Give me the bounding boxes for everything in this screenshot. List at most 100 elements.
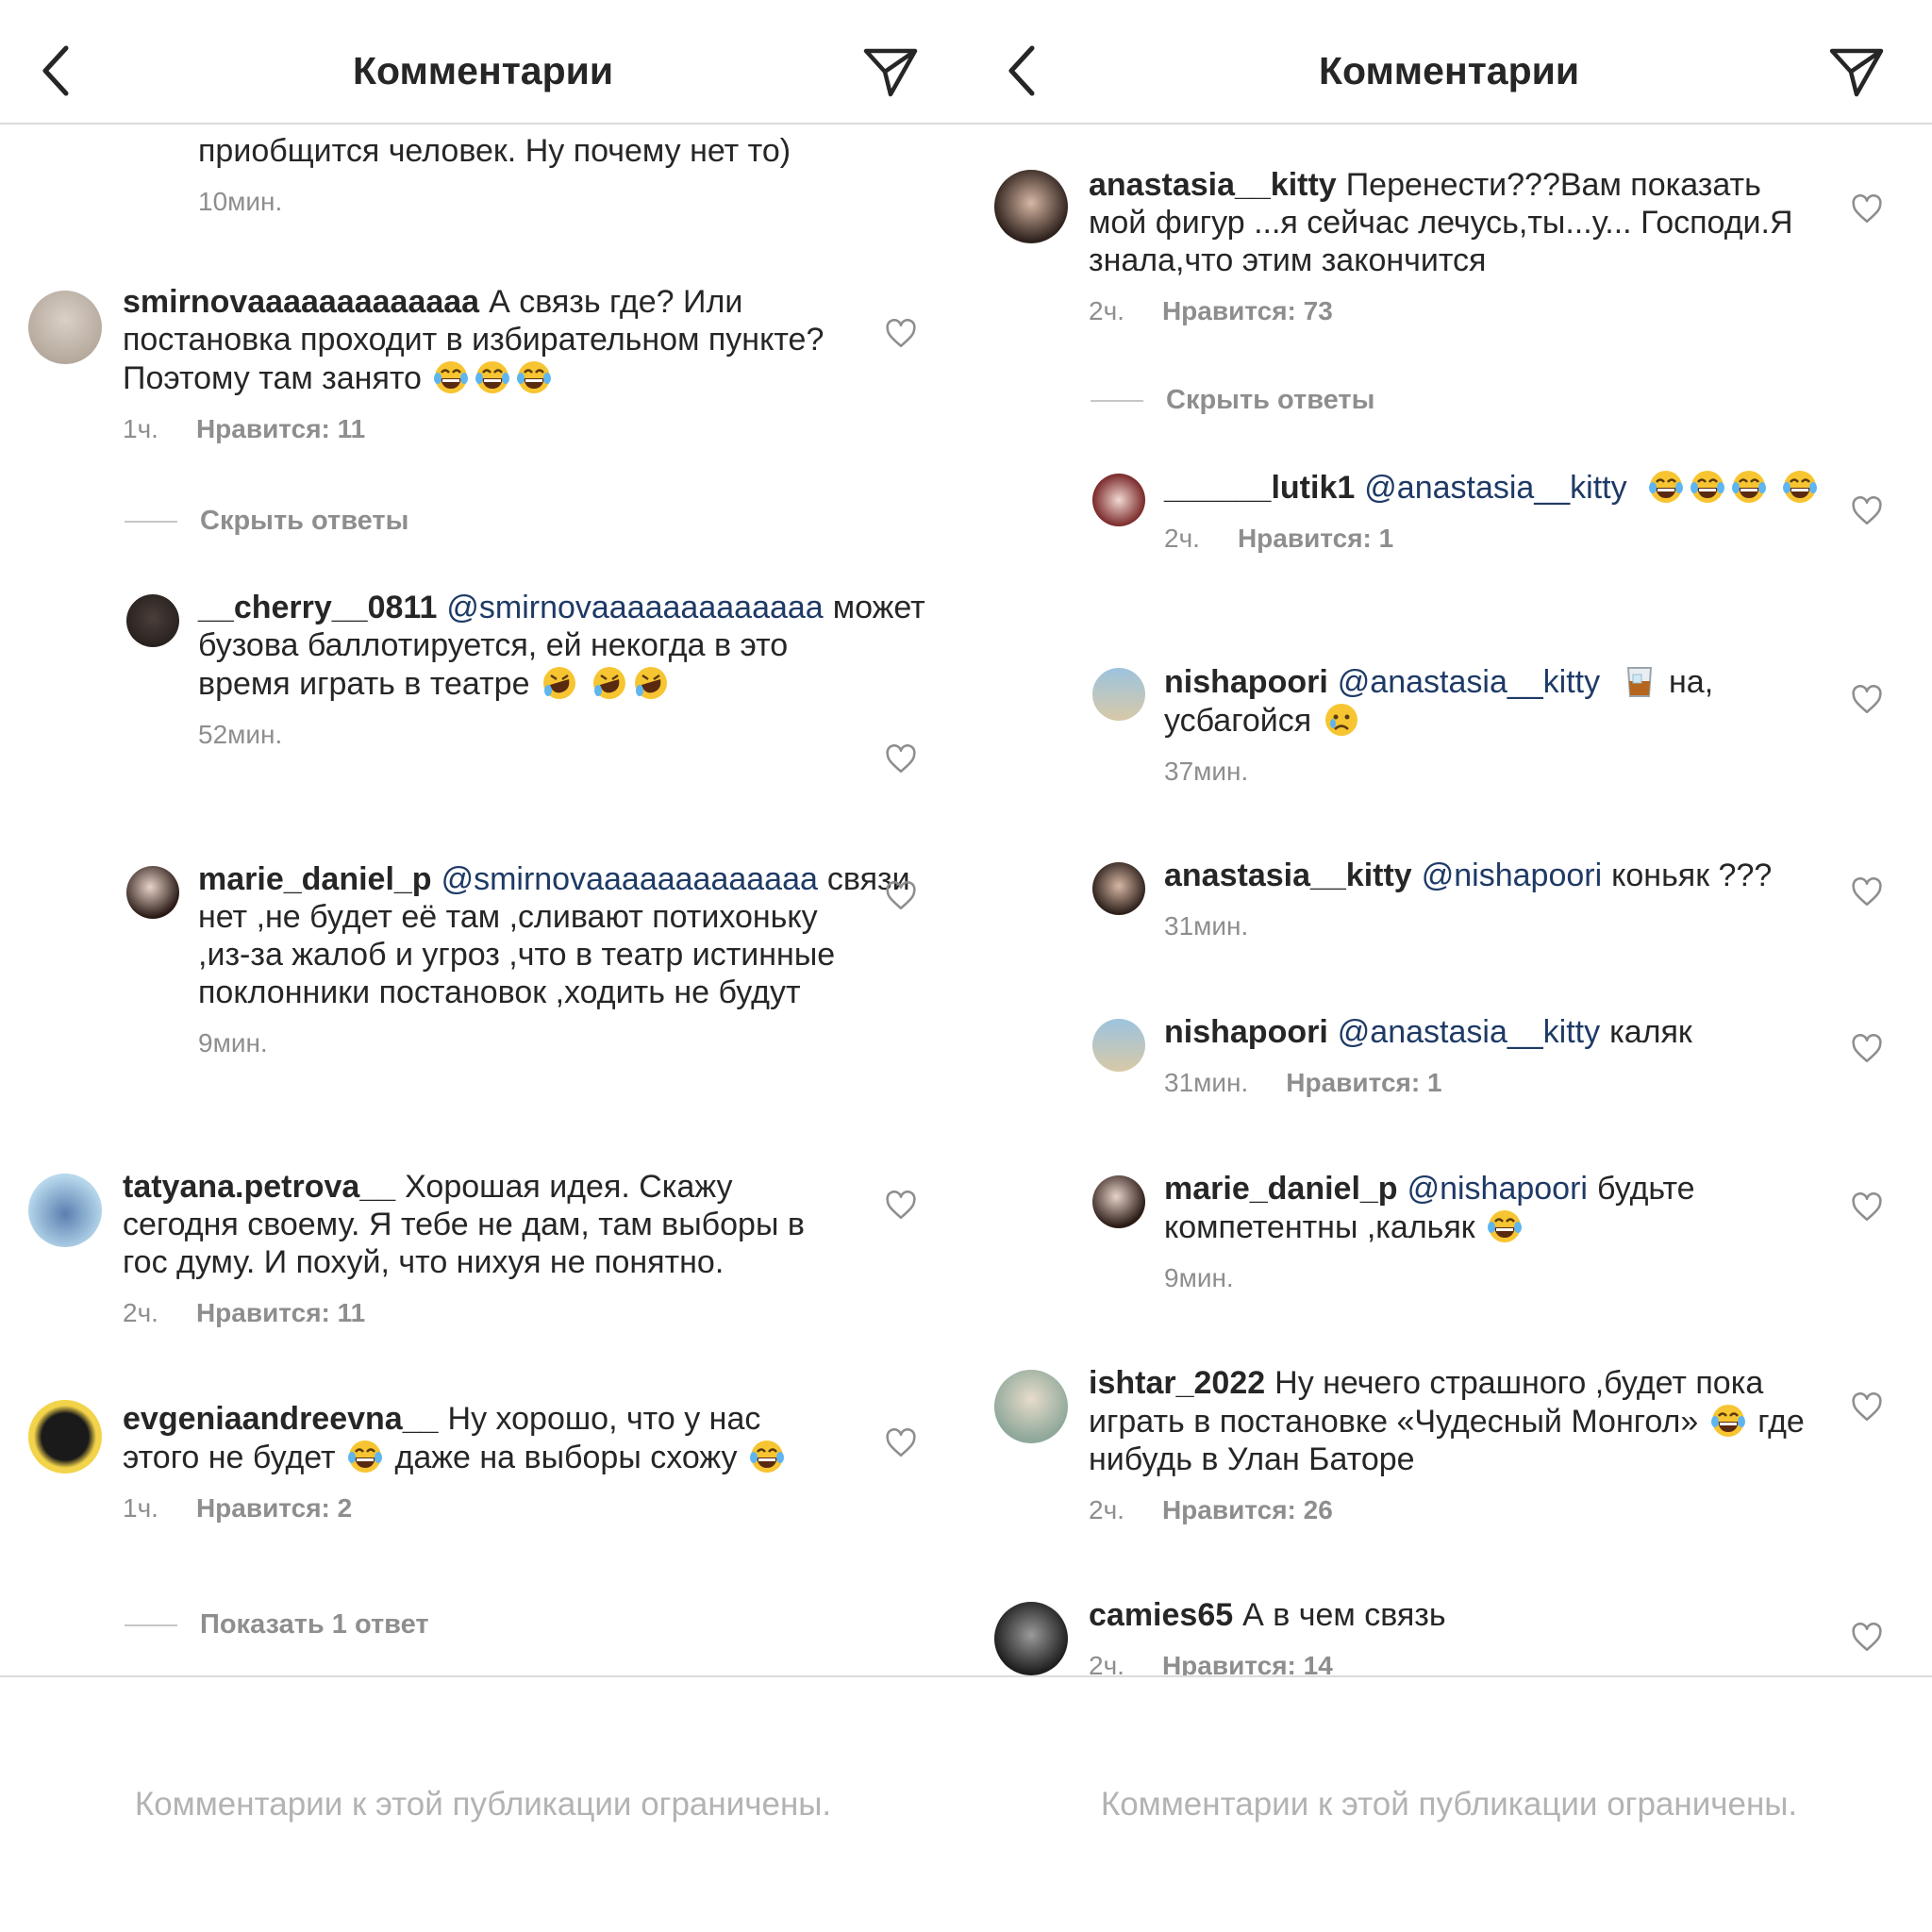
send-icon[interactable] xyxy=(1828,45,1885,98)
comment-body: ishtar_2022 Ну нечего страшного ,будет по… xyxy=(1089,1364,1806,1478)
comment-text: коньяк ??? xyxy=(1611,858,1773,893)
likes-count[interactable]: Нравится: 14 xyxy=(1162,1651,1333,1676)
likes-count[interactable]: Нравится: 1 xyxy=(1238,524,1393,553)
comment-text: каляк xyxy=(1609,1014,1692,1050)
show-replies-label: Показать 1 ответ xyxy=(200,1609,429,1640)
avatar[interactable] xyxy=(126,594,179,647)
likes-count[interactable]: Нравится: 73 xyxy=(1162,296,1333,325)
comment-time: 1ч. xyxy=(123,1493,158,1523)
comments-restricted-notice: Комментарии к этой публикации ограничены… xyxy=(134,1786,832,1823)
hide-replies-button[interactable]: Скрыть ответы xyxy=(1091,385,1374,416)
comment-list[interactable]: приобщится человек. Ну почему нет то) 10… xyxy=(0,125,966,1676)
comment-body: nishapoori @anastasia__kitty каляк xyxy=(1164,1013,1824,1051)
comment: smirnovaaaaaaaaaaaaa А связь где? Или пос… xyxy=(0,283,966,509)
heart-icon[interactable] xyxy=(885,1428,917,1458)
avatar[interactable] xyxy=(1092,668,1145,721)
heart-icon[interactable] xyxy=(1851,877,1883,908)
avatar[interactable] xyxy=(28,1400,102,1474)
username[interactable]: ______lutik1 xyxy=(1164,470,1355,506)
comment-text: даже на выборы схожу xyxy=(394,1440,738,1475)
heart-icon[interactable] xyxy=(1851,496,1883,526)
laughing-emoji-icon xyxy=(1730,468,1768,506)
mention-link[interactable]: @nishapoori xyxy=(1407,1171,1588,1207)
username[interactable]: tatyana.petrova__ xyxy=(123,1169,395,1205)
hide-replies-button[interactable]: Скрыть ответы xyxy=(125,506,408,537)
mention-link[interactable]: @anastasia__kitty xyxy=(1338,1014,1600,1050)
username[interactable]: __cherry__0811 xyxy=(198,590,437,625)
username[interactable]: anastasia__kitty xyxy=(1164,858,1412,893)
laughing-emoji-icon xyxy=(1486,1208,1524,1245)
page-title: Комментарии xyxy=(352,49,614,92)
avatar[interactable] xyxy=(994,170,1068,243)
heart-icon[interactable] xyxy=(885,744,917,774)
comment-text: на, xyxy=(1669,664,1714,700)
comment-time: 10мин. xyxy=(198,187,283,216)
heart-icon[interactable] xyxy=(885,1191,917,1221)
comment-list[interactable]: anastasia__kitty Перенести???Вам показать… xyxy=(966,125,1932,1676)
heart-icon[interactable] xyxy=(1851,1034,1883,1064)
comment-time: 31мин. xyxy=(1164,1068,1249,1097)
heart-icon[interactable] xyxy=(1851,194,1883,225)
username[interactable]: evgeniaandreevna__ xyxy=(123,1401,439,1437)
likes-count[interactable]: Нравится: 2 xyxy=(196,1493,352,1523)
avatar[interactable] xyxy=(126,866,179,919)
comment-body: nishapoori @anastasia__kitty на, усбагойс… xyxy=(1164,662,1824,740)
comment-body: smirnovaaaaaaaaaaaaa А связь где? Или пос… xyxy=(123,283,868,397)
avatar[interactable] xyxy=(1092,1175,1145,1228)
page-title: Комментарии xyxy=(1318,49,1580,92)
avatar[interactable] xyxy=(994,1370,1068,1443)
hide-replies-label: Скрыть ответы xyxy=(1166,385,1375,415)
rofl-emoji-icon xyxy=(632,664,670,702)
mention-link[interactable]: @nishapoori xyxy=(1422,858,1602,893)
avatar[interactable] xyxy=(994,1602,1068,1675)
heart-icon[interactable] xyxy=(885,881,917,911)
username[interactable]: nishapoori xyxy=(1164,664,1328,700)
comment-body: ______lutik1 @anastasia__kitty xyxy=(1164,468,1824,507)
mention-link[interactable]: @anastasia__kitty xyxy=(1338,664,1600,700)
mention-link[interactable]: @smirnovaaaaaaaaaaaaa xyxy=(446,590,823,625)
show-replies-button[interactable]: Показать 1 ответ xyxy=(125,1609,429,1641)
likes-count[interactable]: Нравится: 11 xyxy=(196,1298,365,1327)
laughing-emoji-icon xyxy=(515,358,553,396)
comment-body: camies65 А в чем связь xyxy=(1089,1596,1806,1634)
likes-count[interactable]: Нравится: 26 xyxy=(1162,1495,1333,1524)
heart-icon[interactable] xyxy=(1851,1192,1883,1223)
username[interactable]: marie_daniel_p xyxy=(1164,1171,1398,1207)
username[interactable]: ishtar_2022 xyxy=(1089,1365,1265,1401)
comment-text: приобщится человек. Ну почему нет то) xyxy=(198,133,791,169)
comment-body: anastasia__kitty Перенести???Вам показать… xyxy=(1089,166,1824,279)
comment-time: 1ч. xyxy=(123,414,158,443)
header: Комментарии xyxy=(966,0,1932,125)
avatar[interactable] xyxy=(1092,862,1145,915)
avatar[interactable] xyxy=(28,1174,102,1247)
send-icon[interactable] xyxy=(862,45,919,98)
laughing-emoji-icon xyxy=(346,1438,384,1475)
heart-icon[interactable] xyxy=(1851,1623,1883,1653)
username[interactable]: nishapoori xyxy=(1164,1014,1328,1050)
mention-link[interactable]: @smirnovaaaaaaaaaaaaa xyxy=(441,861,818,897)
comment-partial: приобщится человек. Ну почему нет то) 10… xyxy=(198,132,858,217)
avatar[interactable] xyxy=(1092,1019,1145,1072)
heart-icon[interactable] xyxy=(1851,685,1883,715)
heart-icon[interactable] xyxy=(885,319,917,349)
laughing-emoji-icon xyxy=(432,358,470,396)
likes-count[interactable]: Нравится: 1 xyxy=(1286,1068,1441,1097)
divider-line xyxy=(125,521,177,524)
comment-body: __cherry__0811 @smirnovaaaaaaaaaaaaa может… xyxy=(198,589,925,703)
comment-time: 2ч. xyxy=(1089,296,1124,325)
username[interactable]: camies65 xyxy=(1089,1597,1233,1633)
username[interactable]: anastasia__kitty xyxy=(1089,167,1337,203)
rofl-emoji-icon xyxy=(541,664,578,702)
avatar[interactable] xyxy=(1092,474,1145,526)
mention-link[interactable]: @anastasia__kitty xyxy=(1364,470,1626,506)
crying-face-icon xyxy=(1323,701,1360,739)
header: Комментарии xyxy=(0,0,966,125)
comment-body: marie_daniel_p @smirnovaaaaaaaaaaaaa связи… xyxy=(198,860,910,1011)
comment-time: 2ч. xyxy=(123,1298,158,1327)
likes-count[interactable]: Нравится: 11 xyxy=(196,414,365,443)
username[interactable]: marie_daniel_p xyxy=(198,861,432,897)
comment-body: marie_daniel_p @nishapoori будьте компетен… xyxy=(1164,1170,1824,1246)
avatar[interactable] xyxy=(28,291,102,364)
heart-icon[interactable] xyxy=(1851,1392,1883,1423)
username[interactable]: smirnovaaaaaaaaaaaaa xyxy=(123,284,479,320)
